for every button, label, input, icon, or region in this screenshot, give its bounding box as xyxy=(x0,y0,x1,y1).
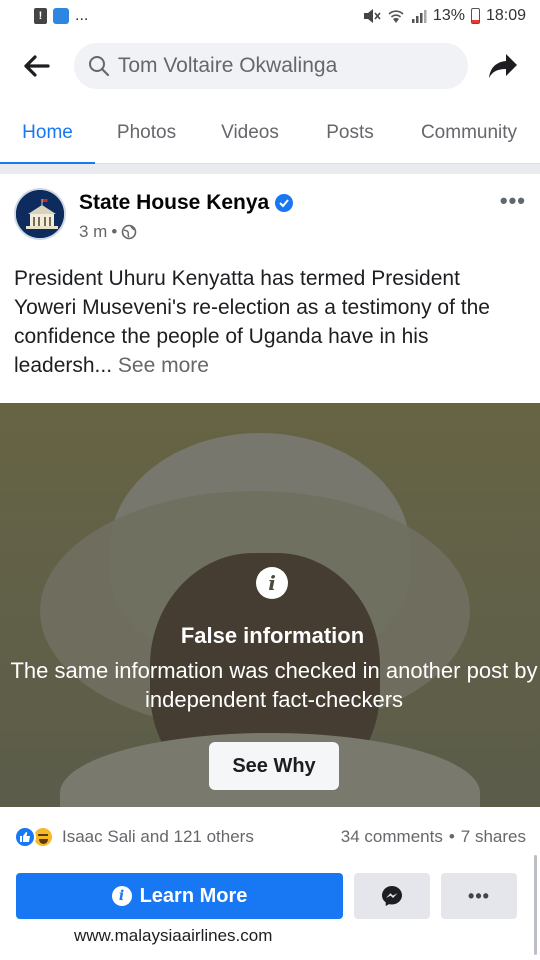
info-circle-icon: i xyxy=(111,886,132,906)
like-reaction-icon xyxy=(14,826,36,848)
battery-percent: 13% xyxy=(432,7,465,24)
tab-community[interactable]: Community xyxy=(398,102,540,164)
tab-photos[interactable]: Photos xyxy=(95,102,198,164)
status-left: ! ... xyxy=(34,7,88,25)
more-notifications: ... xyxy=(75,7,89,24)
arrow-left-icon xyxy=(24,55,50,77)
status-bar: ! ... 13% 18:09 xyxy=(0,0,540,32)
globe-icon xyxy=(121,224,137,240)
search-query: Tom Voltaire Okwalinga xyxy=(117,54,338,77)
back-button[interactable] xyxy=(18,47,56,85)
post-text: President Uhuru Kenyatta has termed Pres… xyxy=(14,264,526,380)
alert-notification-icon: ! xyxy=(34,8,47,24)
signal-icon xyxy=(411,10,427,23)
tab-home[interactable]: Home xyxy=(0,102,95,165)
post-options-button[interactable]: ••• xyxy=(500,188,526,214)
verified-badge-icon xyxy=(275,194,294,212)
see-more-link[interactable]: See more xyxy=(118,354,209,377)
fact-check-title: False information xyxy=(180,623,365,648)
meta-separator: • xyxy=(111,222,118,241)
share-arrow-icon xyxy=(489,54,518,78)
page-tabs: Home Photos Videos Posts Community xyxy=(0,102,540,165)
learn-more-button[interactable]: i Learn More xyxy=(16,873,343,919)
post-time[interactable]: 3 m xyxy=(79,222,107,242)
post-image[interactable]: i False information The same information… xyxy=(0,403,540,807)
tab-posts[interactable]: Posts xyxy=(302,102,398,164)
page-name-text[interactable]: State House Kenya xyxy=(79,191,269,215)
messenger-button[interactable] xyxy=(354,873,430,919)
page-avatar[interactable] xyxy=(14,188,66,240)
engagement-counts: 34 comments • 7 shares xyxy=(341,827,526,847)
post-header: State House Kenya 3 m • ••• xyxy=(14,184,526,254)
mute-icon xyxy=(363,9,381,23)
page-name[interactable]: State House Kenya xyxy=(79,191,294,215)
learn-more-label: Learn More xyxy=(139,884,248,907)
section-divider xyxy=(0,164,540,174)
post-body: President Uhuru Kenyatta has termed Pres… xyxy=(14,267,490,377)
status-right: 13% 18:09 xyxy=(363,7,526,25)
share-button[interactable] xyxy=(484,47,522,85)
shares-count[interactable]: 7 shares xyxy=(461,827,526,847)
reactions-bar: Isaac Sali and 121 others 34 comments • … xyxy=(14,820,526,854)
wifi-icon xyxy=(388,10,404,23)
comments-count[interactable]: 34 comments xyxy=(341,827,443,847)
search-header: Tom Voltaire Okwalinga xyxy=(0,32,540,100)
tab-videos[interactable]: Videos xyxy=(198,102,302,164)
fact-check-description: The same information was checked in anot… xyxy=(10,658,538,712)
clock: 18:09 xyxy=(485,7,526,24)
scrollbar[interactable] xyxy=(534,855,537,955)
search-icon xyxy=(88,56,109,77)
shield-notification-icon xyxy=(53,8,69,24)
see-why-button[interactable]: See Why xyxy=(209,742,339,790)
messenger-icon xyxy=(382,886,402,906)
reactors-text[interactable]: Isaac Sali and 121 others xyxy=(62,827,254,847)
info-icon: i xyxy=(256,567,288,599)
link-url[interactable]: www.malaysiaairlines.com xyxy=(74,926,272,946)
counts-separator: • xyxy=(448,827,455,846)
post-meta: 3 m • xyxy=(79,222,137,242)
reaction-icons[interactable] xyxy=(14,826,54,848)
state-house-logo-icon xyxy=(16,190,64,238)
battery-icon xyxy=(470,8,480,24)
more-actions-button[interactable]: ••• xyxy=(441,873,517,919)
search-input[interactable]: Tom Voltaire Okwalinga xyxy=(73,43,469,89)
